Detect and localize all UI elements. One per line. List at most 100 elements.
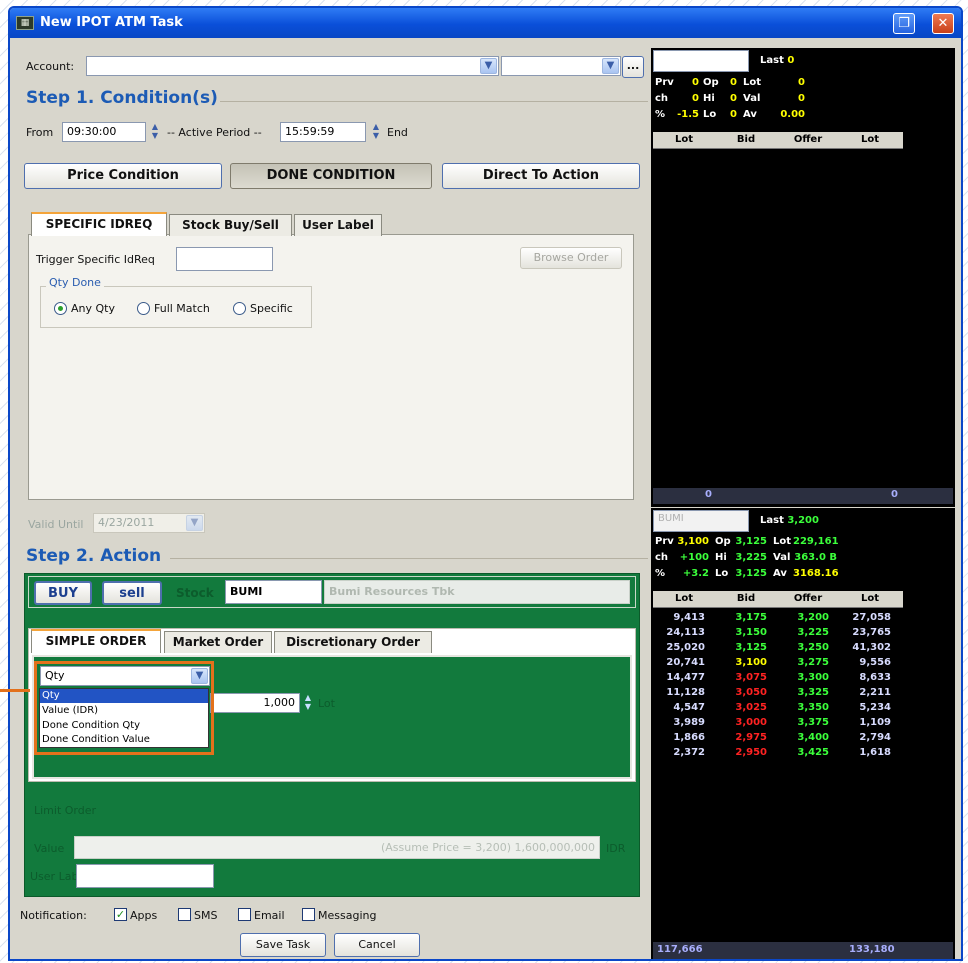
title-bar[interactable]: ▦ New IPOT ATM Task ❐ ✕ bbox=[10, 8, 961, 38]
sms-label: SMS bbox=[194, 909, 218, 922]
qty-done-label: Qty Done bbox=[46, 276, 104, 289]
book-row[interactable]: 25,020 3,125 3,250 41,302 bbox=[653, 640, 903, 655]
notification-label: Notification: bbox=[20, 909, 87, 922]
step2-divider bbox=[170, 558, 648, 559]
book-row[interactable]: 1,866 2,975 3,400 2,794 bbox=[653, 730, 903, 745]
price-condition-button[interactable]: Price Condition bbox=[24, 163, 222, 189]
trigger-specific-idreq-input[interactable] bbox=[176, 247, 273, 271]
email-checkbox[interactable] bbox=[238, 908, 251, 921]
tab-market-order[interactable]: Market Order bbox=[164, 631, 272, 653]
apps-label: Apps bbox=[130, 909, 158, 922]
from-time-input[interactable]: 09:30:00 bbox=[62, 122, 146, 142]
tab-simple-order[interactable]: SIMPLE ORDER bbox=[31, 629, 161, 653]
offer-price-cell: 3,250 bbox=[797, 642, 829, 653]
top-book-totals: 0 0 bbox=[653, 488, 953, 504]
stock-label: Stock bbox=[176, 586, 214, 600]
offer-price-cell: 3,200 bbox=[797, 612, 829, 623]
qty-spinner-icon[interactable]: ▲ ▼ bbox=[302, 693, 314, 713]
book-row[interactable]: 14,477 3,075 3,300 8,633 bbox=[653, 670, 903, 685]
bid-price-cell: 3,100 bbox=[735, 657, 767, 668]
tab-user-label[interactable]: User Label bbox=[294, 214, 382, 236]
bottom-total-right: 133,180 bbox=[849, 944, 895, 955]
browse-order-button[interactable]: Browse Order bbox=[520, 247, 622, 269]
tab-stock-buy-sell[interactable]: Stock Buy/Sell bbox=[169, 214, 292, 236]
account-browse-button[interactable]: ... bbox=[622, 56, 644, 78]
book-row[interactable]: 4,547 3,025 3,350 5,234 bbox=[653, 700, 903, 715]
qty-value-input[interactable]: 1,000 bbox=[210, 693, 300, 713]
book-row[interactable]: 9,413 3,175 3,200 27,058 bbox=[653, 610, 903, 625]
trigger-specific-idreq-label: Trigger Specific IdReq bbox=[36, 253, 155, 266]
bottom-total-left: 117,666 bbox=[657, 944, 703, 955]
email-label: Email bbox=[254, 909, 285, 922]
book-row[interactable]: 20,741 3,100 3,275 9,556 bbox=[653, 655, 903, 670]
step2-title: Step 2. Action bbox=[26, 546, 162, 566]
end-time-spinner-icon[interactable]: ▲ ▼ bbox=[370, 122, 382, 142]
offer-lot-cell: 23,765 bbox=[852, 627, 891, 638]
book-row[interactable]: 3,989 3,000 3,375 1,109 bbox=[653, 715, 903, 730]
bid-price-cell: 3,125 bbox=[735, 642, 767, 653]
specific-radio[interactable] bbox=[233, 302, 246, 315]
bid-lot-cell: 20,741 bbox=[666, 657, 705, 668]
condition-tab-panel bbox=[28, 234, 634, 500]
bid-price-cell: 3,050 bbox=[735, 687, 767, 698]
bottom-quote-stock-input[interactable]: BUMI bbox=[653, 510, 749, 532]
restore-icon: ❐ bbox=[898, 16, 910, 31]
value-unit-label: IDR bbox=[606, 842, 626, 855]
apps-checkbox[interactable]: ✓ bbox=[114, 908, 127, 921]
bid-lot-cell: 2,372 bbox=[673, 747, 705, 758]
restore-button[interactable]: ❐ bbox=[893, 13, 915, 34]
close-icon: ✕ bbox=[937, 16, 949, 31]
bid-lot-cell: 1,866 bbox=[673, 732, 705, 743]
bid-price-cell: 3,000 bbox=[735, 717, 767, 728]
close-button[interactable]: ✕ bbox=[932, 13, 954, 34]
offer-price-cell: 3,325 bbox=[797, 687, 829, 698]
bid-lot-cell: 25,020 bbox=[666, 642, 705, 653]
from-time-spinner-icon[interactable]: ▲ ▼ bbox=[149, 122, 161, 142]
active-period-label: -- Active Period -- bbox=[167, 126, 262, 139]
buy-button[interactable]: BUY bbox=[34, 581, 92, 605]
bottom-stats-row-prv: Prv 3,100 Op 3,125 Lot 229,161 bbox=[655, 536, 839, 547]
tab-discretionary-order[interactable]: Discretionary Order bbox=[274, 631, 432, 653]
valid-until-dropdown-icon[interactable]: ▼ bbox=[186, 515, 203, 531]
any-qty-radio[interactable] bbox=[54, 302, 67, 315]
ipot-atm-task-window: ▦ New IPOT ATM Task ❐ ✕ Account: ▼ ▼ ...… bbox=[8, 6, 963, 961]
tab-specific-idreq[interactable]: SPECIFIC IDREQ bbox=[31, 212, 167, 236]
step1-divider bbox=[220, 101, 648, 102]
book-row[interactable]: 11,128 3,050 3,325 2,211 bbox=[653, 685, 903, 700]
direct-to-action-button[interactable]: Direct To Action bbox=[442, 163, 640, 189]
top-stats-row-ch: ch 0 Hi 0 Val 0 bbox=[655, 93, 805, 104]
end-time-input[interactable]: 15:59:59 bbox=[280, 122, 366, 142]
bottom-stats-row-pct: % +3.2 Lo 3,125 Av 3168.16 bbox=[655, 568, 839, 579]
limit-order-label: Limit Order bbox=[34, 804, 97, 817]
account-dropdown-icon[interactable]: ▼ bbox=[480, 58, 497, 74]
offer-price-cell: 3,350 bbox=[797, 702, 829, 713]
book-row[interactable]: 24,113 3,150 3,225 23,765 bbox=[653, 625, 903, 640]
done-condition-button[interactable]: DONE CONDITION bbox=[230, 163, 432, 189]
account-label: Account: bbox=[26, 60, 75, 73]
bid-price-cell: 2,950 bbox=[735, 747, 767, 758]
account-secondary-dropdown-icon[interactable]: ▼ bbox=[602, 58, 619, 74]
sms-checkbox[interactable] bbox=[178, 908, 191, 921]
bid-lot-cell: 11,128 bbox=[666, 687, 705, 698]
messaging-checkbox[interactable] bbox=[302, 908, 315, 921]
full-match-radio[interactable] bbox=[137, 302, 150, 315]
bottom-quote-stats: Prv 3,100 Op 3,125 Lot 229,161 ch +100 Hi 3,2… bbox=[653, 534, 953, 588]
top-quote-stock-input[interactable] bbox=[653, 50, 749, 72]
cancel-button[interactable]: Cancel bbox=[334, 933, 420, 957]
sell-button[interactable]: sell bbox=[102, 581, 162, 605]
offer-price-cell: 3,300 bbox=[797, 672, 829, 683]
stock-name-display: Bumi Resources Tbk bbox=[324, 580, 630, 604]
bid-lot-cell: 24,113 bbox=[666, 627, 705, 638]
user-label-input[interactable] bbox=[76, 864, 214, 888]
offer-lot-cell: 1,109 bbox=[859, 717, 891, 728]
top-total-right: 0 bbox=[891, 489, 898, 500]
stock-code-input[interactable]: BUMI bbox=[225, 580, 322, 604]
offer-lot-cell: 41,302 bbox=[852, 642, 891, 653]
top-quote-stats: Prv 0 Op 0 Lot 0 ch 0 Hi 0 Val 0 % -1.5 Lo 0 Av 0… bbox=[653, 75, 953, 129]
step1-title: Step 1. Condition(s) bbox=[26, 88, 218, 108]
top-book-header: Lot Bid Offer Lot bbox=[653, 132, 903, 149]
bottom-quote-last: Last 3,200 bbox=[760, 513, 819, 529]
account-input[interactable] bbox=[86, 56, 499, 76]
save-task-button[interactable]: Save Task bbox=[240, 933, 326, 957]
book-row[interactable]: 2,372 2,950 3,425 1,618 bbox=[653, 745, 903, 760]
